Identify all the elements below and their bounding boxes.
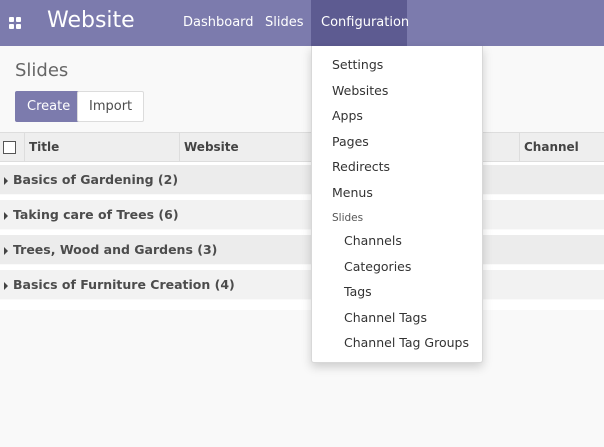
- import-button[interactable]: Import: [77, 91, 145, 122]
- nav-slides[interactable]: Slides: [255, 0, 314, 46]
- apps-menu-icon[interactable]: [9, 17, 21, 29]
- group-row[interactable]: Basics of Furniture Creation (4): [0, 270, 604, 300]
- column-website[interactable]: Website: [179, 133, 311, 161]
- menu-item-channels[interactable]: Channels: [312, 230, 482, 252]
- menu-item-categories[interactable]: Categories: [312, 256, 482, 278]
- nav-configuration[interactable]: Configuration: [311, 0, 409, 46]
- menu-item-channel-tag-groups[interactable]: Channel Tag Groups: [312, 332, 482, 354]
- group-label: Basics of Furniture Creation (4): [13, 277, 235, 292]
- menu-item-websites[interactable]: Websites: [312, 80, 482, 102]
- column-channel[interactable]: Channel: [519, 133, 604, 161]
- create-button[interactable]: Create: [15, 91, 83, 122]
- caret-right-icon: [4, 177, 8, 185]
- column-title[interactable]: Title: [25, 133, 179, 161]
- group-row[interactable]: Basics of Gardening (2): [0, 165, 604, 195]
- caret-right-icon: [4, 247, 8, 255]
- menu-item-apps[interactable]: Apps: [312, 105, 482, 127]
- menu-item-redirects[interactable]: Redirects: [312, 156, 482, 178]
- nav-dashboard[interactable]: Dashboard: [173, 0, 264, 46]
- group-label: Taking care of Trees (6): [13, 207, 179, 222]
- group-label: Trees, Wood and Gardens (3): [13, 242, 218, 257]
- group-row[interactable]: Trees, Wood and Gardens (3): [0, 235, 604, 265]
- select-all-cell: [0, 133, 25, 161]
- slides-list: Title Website Channel Basics of Gardenin…: [0, 132, 604, 310]
- configuration-dropdown: Settings Websites Apps Pages Redirects M…: [311, 46, 483, 363]
- menu-section-slides: Slides: [332, 212, 364, 224]
- caret-right-icon: [4, 282, 8, 290]
- list-header: Title Website Channel: [0, 132, 604, 162]
- menu-item-channel-tags[interactable]: Channel Tags: [312, 307, 482, 329]
- menu-item-settings[interactable]: Settings: [312, 54, 482, 76]
- menu-item-pages[interactable]: Pages: [312, 131, 482, 153]
- page-title: Slides: [15, 60, 69, 81]
- menu-item-tags[interactable]: Tags: [312, 281, 482, 303]
- app-brand[interactable]: Website: [47, 8, 135, 33]
- menu-item-menus[interactable]: Menus: [312, 182, 482, 204]
- top-navbar: Website Dashboard Slides Configuration: [0, 0, 604, 46]
- group-label: Basics of Gardening (2): [13, 172, 179, 187]
- caret-right-icon: [4, 212, 8, 220]
- select-all-checkbox[interactable]: [3, 141, 16, 154]
- group-row[interactable]: Taking care of Trees (6): [0, 200, 604, 230]
